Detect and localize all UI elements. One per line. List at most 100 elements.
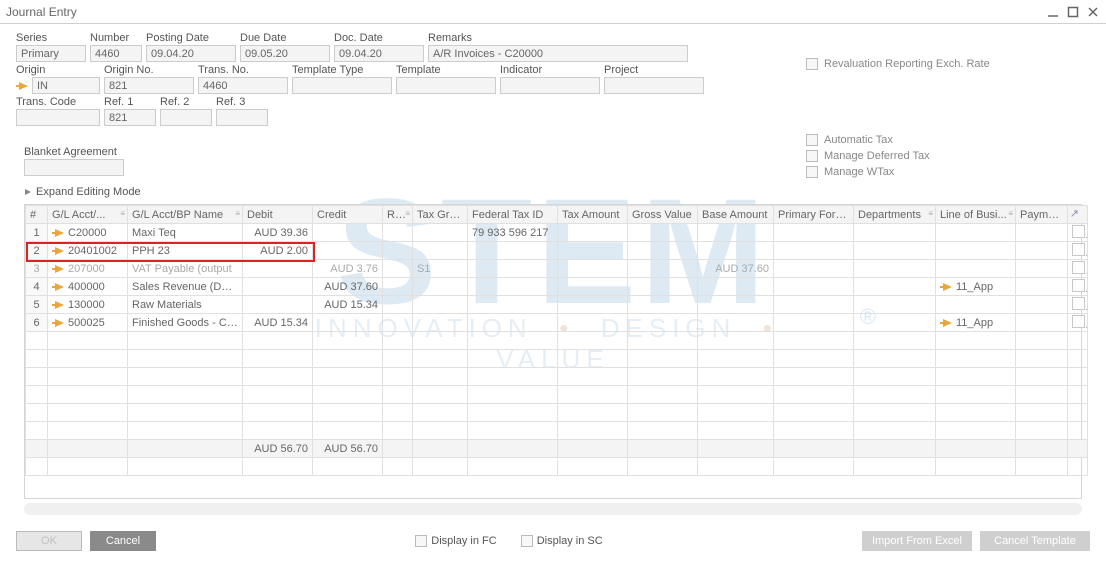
posting-date-field[interactable]: 09.04.20 (146, 45, 236, 62)
row-checkbox-cell[interactable] (1068, 314, 1088, 332)
taxgroup-cell[interactable] (413, 224, 468, 242)
row-checkbox-cell[interactable] (1068, 224, 1088, 242)
form-cell[interactable] (774, 224, 854, 242)
taxamt-cell[interactable] (558, 242, 628, 260)
credit-cell[interactable] (313, 224, 383, 242)
maximize-button[interactable] (1066, 5, 1080, 19)
row-checkbox-cell[interactable] (1068, 278, 1088, 296)
col-gross[interactable]: Gross Value (628, 206, 698, 224)
row-checkbox[interactable] (1072, 261, 1085, 274)
base-cell[interactable]: AUD 37.60 (698, 260, 774, 278)
cancel-button[interactable]: Cancel (90, 531, 156, 551)
template-type-field[interactable] (292, 77, 392, 94)
table-row[interactable]: 5130000Raw MaterialsAUD 15.34 (26, 296, 1088, 314)
col-credit[interactable]: Credit (313, 206, 383, 224)
indicator-field[interactable] (500, 77, 600, 94)
link-arrow-icon[interactable] (52, 300, 66, 310)
pay-cell[interactable] (1016, 296, 1068, 314)
expand-editing-toggle[interactable]: Expand Editing Mode (24, 186, 1090, 198)
re-cell[interactable] (383, 242, 413, 260)
fedtax-cell[interactable] (468, 296, 558, 314)
row-checkbox-cell[interactable] (1068, 296, 1088, 314)
dept-cell[interactable] (854, 314, 936, 332)
form-cell[interactable] (774, 314, 854, 332)
ref3-field[interactable] (216, 109, 268, 126)
row-checkbox[interactable] (1072, 279, 1085, 292)
reval-checkbox[interactable] (806, 58, 818, 70)
gross-cell[interactable] (628, 314, 698, 332)
horizontal-scrollbar[interactable] (24, 503, 1082, 515)
wtax-checkbox[interactable] (806, 166, 818, 178)
acct-cell[interactable]: C20000 (48, 224, 128, 242)
col-rownum[interactable]: # (26, 206, 48, 224)
row-number[interactable]: 4 (26, 278, 48, 296)
name-cell[interactable]: Finished Goods - Cost (128, 314, 243, 332)
autotax-checkbox[interactable] (806, 134, 818, 146)
form-cell[interactable] (774, 278, 854, 296)
link-arrow-icon[interactable] (52, 264, 66, 274)
dept-cell[interactable] (854, 296, 936, 314)
name-cell[interactable]: Raw Materials (128, 296, 243, 314)
ref1-field[interactable]: 821 (104, 109, 156, 126)
deferred-checkbox[interactable] (806, 150, 818, 162)
col-fed[interactable]: Federal Tax ID (468, 206, 558, 224)
taxgroup-cell[interactable] (413, 296, 468, 314)
row-checkbox[interactable] (1072, 243, 1085, 256)
gross-cell[interactable] (628, 278, 698, 296)
fedtax-cell[interactable] (468, 278, 558, 296)
journal-grid[interactable]: # G/L Acct/...≡ G/L Acct/BP Name≡ Debit … (24, 204, 1082, 499)
form-cell[interactable] (774, 260, 854, 278)
taxamt-cell[interactable] (558, 260, 628, 278)
table-row[interactable]: 220401002PPH 23AUD 2.00 (26, 242, 1088, 260)
taxgroup-cell[interactable] (413, 278, 468, 296)
col-form[interactable]: Primary Form... (774, 206, 854, 224)
col-re[interactable]: Re...≡ (383, 206, 413, 224)
dept-cell[interactable] (854, 278, 936, 296)
trans-code-field[interactable] (16, 109, 100, 126)
name-cell[interactable]: Maxi Teq (128, 224, 243, 242)
debit-cell[interactable] (243, 260, 313, 278)
pay-cell[interactable] (1016, 224, 1068, 242)
link-arrow-icon[interactable] (52, 228, 66, 238)
credit-cell[interactable]: AUD 37.60 (313, 278, 383, 296)
table-row[interactable]: 1C20000Maxi TeqAUD 39.3679 933 596 217 (26, 224, 1088, 242)
col-acct[interactable]: G/L Acct/...≡ (48, 206, 128, 224)
display-sc-checkbox[interactable] (521, 535, 533, 547)
fedtax-cell[interactable]: 79 933 596 217 (468, 224, 558, 242)
col-debit[interactable]: Debit (243, 206, 313, 224)
row-number[interactable]: 6 (26, 314, 48, 332)
link-arrow-icon[interactable] (52, 282, 66, 292)
re-cell[interactable] (383, 314, 413, 332)
taxamt-cell[interactable] (558, 314, 628, 332)
table-row[interactable]: 6500025Finished Goods - CostAUD 15.3411_… (26, 314, 1088, 332)
gross-cell[interactable] (628, 242, 698, 260)
cancel-template-button[interactable]: Cancel Template (980, 531, 1090, 551)
form-cell[interactable] (774, 242, 854, 260)
credit-cell[interactable] (313, 314, 383, 332)
name-cell[interactable]: Sales Revenue (Domes (128, 278, 243, 296)
base-cell[interactable] (698, 296, 774, 314)
ref2-field[interactable] (160, 109, 212, 126)
col-pay[interactable]: Payment... (1016, 206, 1068, 224)
acct-cell[interactable]: 400000 (48, 278, 128, 296)
base-cell[interactable] (698, 278, 774, 296)
trans-no-field[interactable]: 4460 (198, 77, 288, 94)
row-checkbox-cell[interactable] (1068, 260, 1088, 278)
display-fc-checkbox[interactable] (415, 535, 427, 547)
col-taxg[interactable]: Tax Group (413, 206, 468, 224)
pay-cell[interactable] (1016, 260, 1068, 278)
col-lob[interactable]: Line of Busi...≡ (936, 206, 1016, 224)
ok-button[interactable]: OK (16, 531, 82, 551)
link-arrow-icon[interactable] (940, 318, 954, 328)
debit-cell[interactable]: AUD 39.36 (243, 224, 313, 242)
remarks-field[interactable]: A/R Invoices - C20000 (428, 45, 688, 62)
lob-cell[interactable]: 11_App (936, 278, 1016, 296)
col-taxa[interactable]: Tax Amount (558, 206, 628, 224)
name-cell[interactable]: VAT Payable (output (128, 260, 243, 278)
close-button[interactable] (1086, 5, 1100, 19)
gross-cell[interactable] (628, 224, 698, 242)
acct-cell[interactable]: 130000 (48, 296, 128, 314)
dept-cell[interactable] (854, 242, 936, 260)
debit-cell[interactable] (243, 296, 313, 314)
credit-cell[interactable] (313, 242, 383, 260)
